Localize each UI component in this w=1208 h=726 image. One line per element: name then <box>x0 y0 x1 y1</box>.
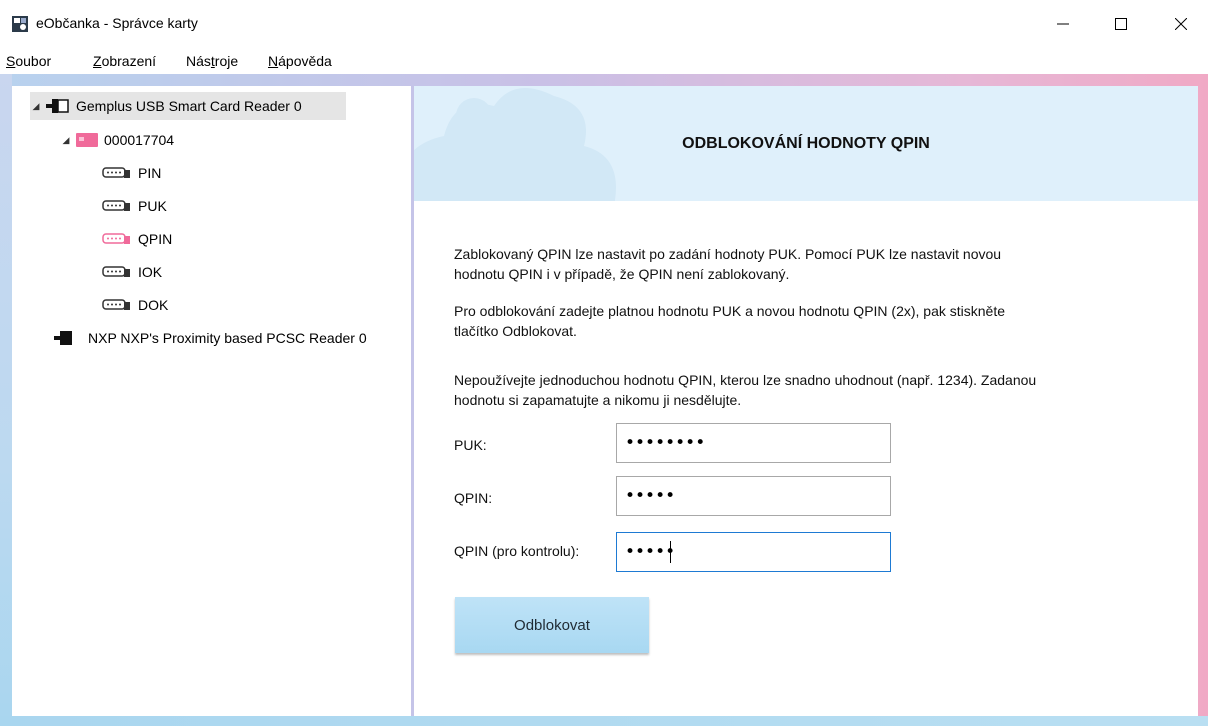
tree-label-dok: DOK <box>138 297 169 313</box>
tree-label-iok: IOK <box>138 264 163 280</box>
key-puk-icon <box>102 200 130 211</box>
info-paragraph-2: Pro odblokování zadejte platnou hodnotu … <box>454 301 1154 341</box>
warning-paragraph-line-2: hodnotu si zapamatujte a nikomu ji nesdě… <box>454 392 742 408</box>
tree-label-pin: PIN <box>138 165 162 181</box>
menu-bar: Soubor Zobrazení Nástroje Nápověda <box>0 48 1208 74</box>
key-pin-icon <box>102 167 130 178</box>
collapse-icon[interactable]: ◢ <box>60 135 72 146</box>
text-caret <box>670 541 671 563</box>
key-qpin-blocked-icon <box>102 233 130 244</box>
collapse-icon[interactable]: ◢ <box>30 101 42 112</box>
maximize-button[interactable] <box>1098 0 1144 48</box>
tree-label-puk: PUK <box>138 198 167 214</box>
key-dok-icon <box>102 299 130 310</box>
qpin-confirm-field[interactable] <box>616 532 891 572</box>
card-icon <box>76 133 98 147</box>
info-paragraph-1-line-1: Zablokovaný QPIN lze nastavit po zadání … <box>454 246 1002 262</box>
header-band: ODBLOKOVÁNÍ HODNOTY QPIN <box>414 86 1198 201</box>
unblock-button[interactable]: Odblokovat <box>455 597 649 653</box>
minimize-icon <box>1057 23 1069 25</box>
app-icon <box>12 16 28 32</box>
tree-item-iok[interactable]: IOK <box>102 258 162 286</box>
puk-label: PUK: <box>454 437 487 453</box>
key-iok-icon <box>102 266 130 277</box>
frame-bottom <box>0 716 1208 726</box>
tree-item-dok[interactable]: DOK <box>102 291 168 319</box>
tree-label-card: 000017704 <box>104 132 175 148</box>
main-panel: ODBLOKOVÁNÍ HODNOTY QPIN Zablokovaný QPI… <box>414 86 1198 716</box>
minimize-button[interactable] <box>1040 0 1086 48</box>
info-paragraph-2-line-2: tlačítko Odblokovat. <box>454 323 577 339</box>
menu-soubor[interactable]: Soubor <box>6 53 51 69</box>
info-paragraph-1: Zablokovaný QPIN lze nastavit po zadání … <box>454 244 1154 284</box>
maximize-icon <box>1115 18 1127 30</box>
menu-napoveda[interactable]: Nápověda <box>268 53 332 69</box>
puk-field[interactable] <box>616 423 891 463</box>
tree-item-reader-nxp[interactable]: NXP NXP's Proximity based PCSC Reader 0 <box>52 324 367 352</box>
close-icon <box>1175 18 1187 30</box>
page-title: ODBLOKOVÁNÍ HODNOTY QPIN <box>682 135 930 152</box>
qpin-confirm-label: QPIN (pro kontrolu): <box>454 543 580 559</box>
tree-label-qpin: QPIN <box>138 231 173 247</box>
title-bar: eObčanka - Správce karty <box>0 0 1208 48</box>
warning-paragraph: Nepoužívejte jednoduchou hodnotu QPIN, k… <box>454 370 1174 410</box>
qpin-field[interactable] <box>616 476 891 516</box>
card-reader-icon <box>54 331 72 345</box>
close-button[interactable] <box>1158 0 1204 48</box>
tree-item-card[interactable]: ◢ 000017704 <box>60 126 175 154</box>
menu-zobrazeni[interactable]: Zobrazení <box>93 53 156 69</box>
card-reader-icon <box>46 99 69 113</box>
qpin-label: QPIN: <box>454 490 493 506</box>
tree-item-pin[interactable]: PIN <box>102 159 161 187</box>
tree-item-reader-gemplus[interactable]: ◢ Gemplus USB Smart Card Reader 0 <box>30 92 346 120</box>
info-paragraph-1-line-2: hodnotu QPIN i v případě, že QPIN není z… <box>454 266 790 282</box>
window-title: eObčanka - Správce karty <box>36 15 198 31</box>
warning-paragraph-line-1: Nepoužívejte jednoduchou hodnotu QPIN, k… <box>454 372 1037 388</box>
tree-item-puk[interactable]: PUK <box>102 192 167 220</box>
tree-label-reader-gemplus: Gemplus USB Smart Card Reader 0 <box>76 98 302 114</box>
tree-label-reader-nxp: NXP NXP's Proximity based PCSC Reader 0 <box>88 330 367 346</box>
card-tree: ◢ Gemplus USB Smart Card Reader 0 ◢ 0000… <box>12 86 411 716</box>
info-paragraph-2-line-1: Pro odblokování zadejte platnou hodnotu … <box>454 303 1006 319</box>
tree-item-qpin[interactable]: QPIN <box>102 225 172 253</box>
menu-nastroje[interactable]: Nástroje <box>186 53 238 69</box>
frame-left <box>0 74 12 726</box>
